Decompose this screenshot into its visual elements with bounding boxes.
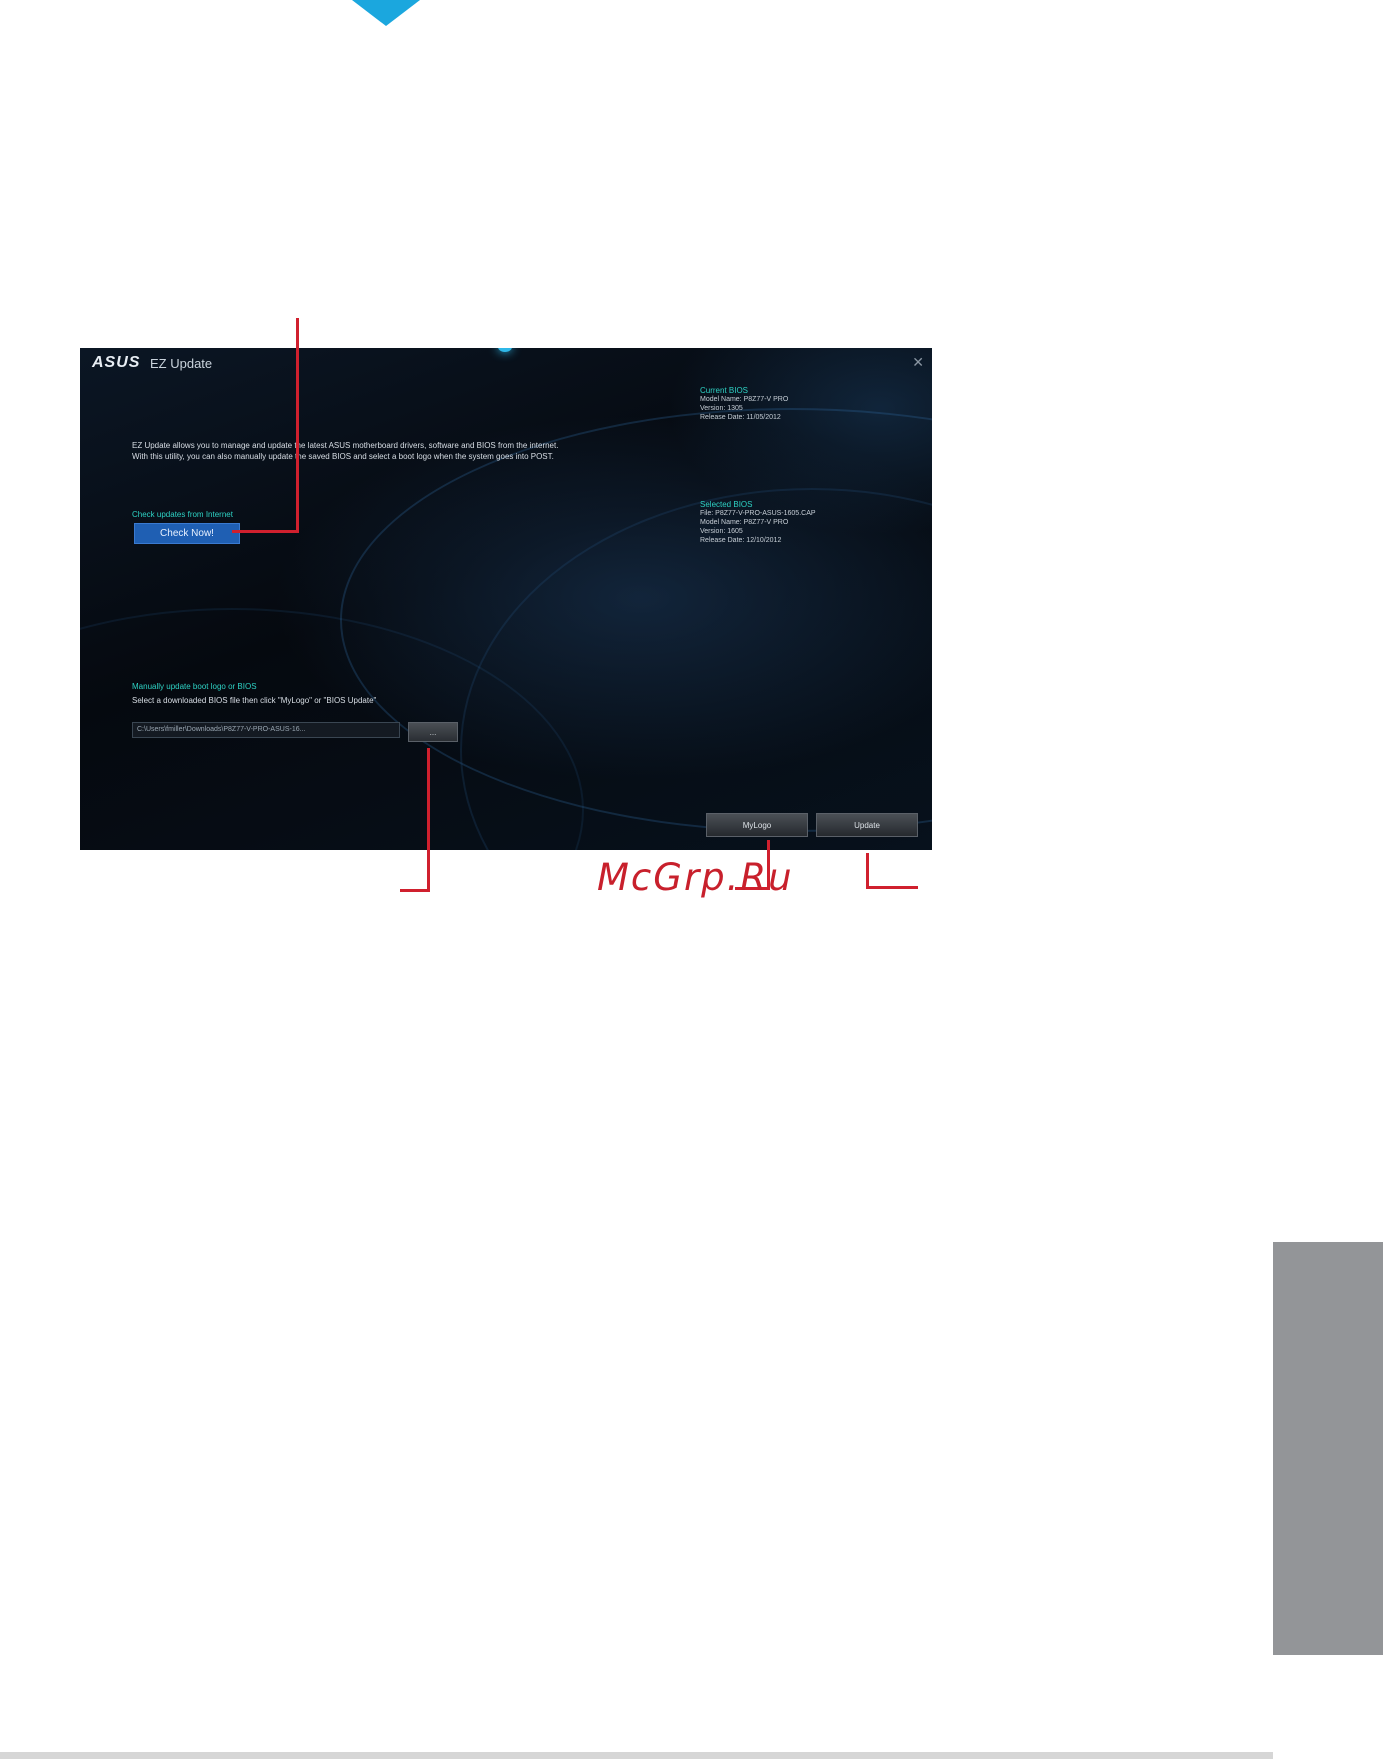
footer-rule: [0, 1752, 1273, 1759]
selected-bios-version: Version: 1605: [700, 528, 743, 535]
ez-update-window: ASUS EZ Update ✕ EZ Update allows you to…: [80, 348, 932, 850]
browse-button[interactable]: ...: [408, 722, 458, 742]
title-bar: ASUS EZ Update ✕: [80, 348, 932, 376]
check-updates-label: Check updates from Internet: [132, 510, 233, 519]
bios-file-path-field[interactable]: C:\Users\fmiller\Downloads\P8Z77-V-PRO-A…: [132, 722, 400, 738]
description-text: EZ Update allows you to manage and updat…: [132, 441, 559, 461]
section-arrow-icon: [352, 0, 420, 26]
current-bios-version: Version: 1305: [700, 405, 743, 412]
selected-bios-file: File: P8Z77-V-PRO-ASUS-1605.CAP: [700, 510, 816, 517]
asus-logo: ASUS: [92, 354, 141, 371]
check-now-button[interactable]: Check Now!: [134, 523, 240, 544]
selected-bios-info: Selected BIOS File: P8Z77-V-PRO-ASUS-160…: [700, 500, 816, 545]
manual-update-label: Manually update boot logo or BIOS: [132, 682, 257, 691]
callout-line-browse: [400, 889, 430, 892]
selected-bios-release-date: Release Date: 12/10/2012: [700, 537, 782, 544]
window-title: EZ Update: [150, 356, 213, 371]
select-file-instruction: Select a downloaded BIOS file then click…: [132, 696, 377, 705]
current-bios-release-date: Release Date: 11/05/2012: [700, 414, 781, 421]
current-bios-info: Current BIOS Model Name: P8Z77-V PRO Ver…: [700, 386, 788, 422]
side-chapter-tab: [1273, 1242, 1383, 1655]
watermark-text: McGrp.Ru: [597, 856, 794, 899]
current-bios-model: Model Name: P8Z77-V PRO: [700, 396, 789, 403]
close-icon[interactable]: ✕: [912, 354, 924, 371]
mylogo-button[interactable]: MyLogo: [706, 813, 808, 837]
current-bios-header: Current BIOS: [700, 386, 749, 395]
selected-bios-header: Selected BIOS: [700, 500, 753, 509]
callout-line-check-now: [232, 530, 299, 533]
selected-bios-model: Model Name: P8Z77-V PRO: [700, 519, 789, 526]
callout-line-update: [866, 853, 869, 889]
callout-line-browse: [427, 748, 430, 892]
callout-line-check-now: [296, 318, 299, 532]
update-button[interactable]: Update: [816, 813, 918, 837]
callout-line-update: [866, 886, 918, 889]
